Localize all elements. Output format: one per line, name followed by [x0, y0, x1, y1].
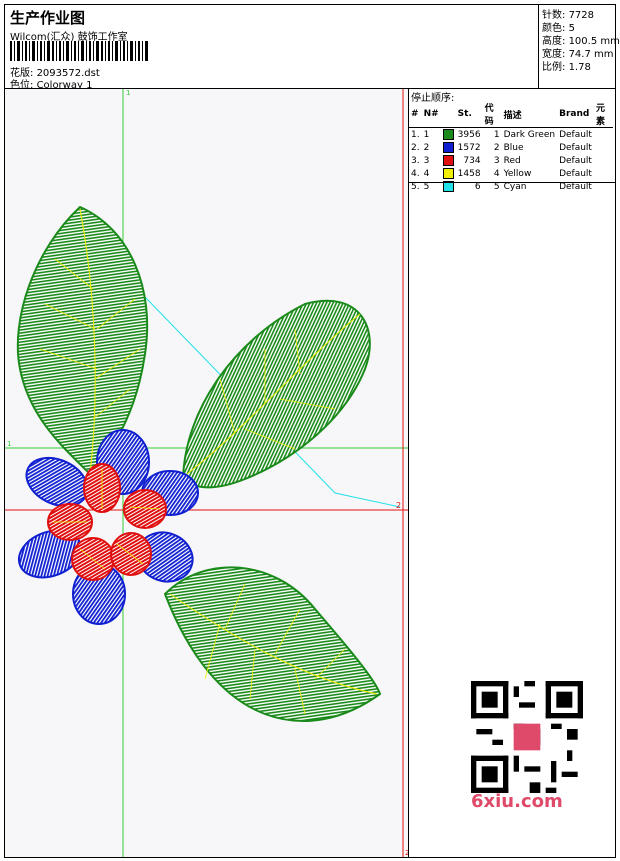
ratio-stat: 比例: 1.78	[542, 58, 591, 73]
row-code: 3	[493, 155, 500, 166]
row-stitches: 3956	[457, 129, 481, 140]
row-element	[594, 167, 613, 180]
design-canvas[interactable]: 1 1 2 2	[5, 89, 409, 857]
berry-5	[110, 532, 152, 576]
ratio-value: 1.78	[568, 62, 591, 73]
row-element	[594, 128, 613, 142]
col-code: 代码	[482, 101, 502, 128]
stats-panel: 针数: 7728 颜色: 5 高度: 100.5 mm 宽度: 74.7 mm …	[538, 4, 620, 89]
row-number: 1	[423, 129, 430, 140]
row-index: 3.	[411, 155, 420, 166]
qr-code-icon	[471, 681, 583, 793]
page-title: 生产作业图	[10, 9, 86, 27]
col-brand: Brand	[557, 101, 594, 128]
row-description: Yellow	[503, 168, 532, 179]
row-code: 4	[493, 168, 500, 179]
sequence-row[interactable]: 2. 2 1572 2 Blue Default	[409, 141, 613, 154]
row-brand: Default	[559, 129, 592, 140]
row-index: 4.	[411, 168, 420, 179]
sequence-row[interactable]: 3. 3 734 3 Red Default	[409, 154, 613, 167]
row-brand: Default	[559, 142, 592, 153]
leaf-right	[181, 299, 371, 489]
ratio-label: 比例:	[542, 62, 566, 73]
row-index: 1.	[411, 129, 420, 140]
swatch-icon	[442, 142, 454, 153]
swatch-icon	[442, 168, 454, 179]
row-element	[594, 141, 613, 154]
sequence-row[interactable]: 1. 1 3956 1 Dark Green Default	[409, 128, 613, 142]
row-index: 2.	[411, 142, 420, 153]
row-element	[594, 154, 613, 167]
row-number: 3	[423, 155, 430, 166]
marker-top: 1	[126, 89, 130, 97]
header: 生产作业图 Wilcom(汇众) 鼓饰工作室 花版: 2093572.dst 色…	[4, 4, 616, 91]
leaf-bottom	[163, 566, 382, 723]
color-sequence-table: # N# St. 代码 描述 Brand 元素 1. 1 3956 1 Dark Gre…	[409, 101, 613, 193]
row-number: 4	[423, 168, 430, 179]
row-stitches: 1572	[457, 142, 481, 153]
sequence-row[interactable]: 4. 4 1458 4 Yellow Default	[409, 167, 613, 180]
row-description: Dark Green	[503, 129, 556, 140]
col-swatch	[440, 101, 456, 128]
swatch-icon	[442, 155, 454, 166]
embroidery-preview: 1 1 2 2	[5, 89, 408, 857]
row-stitches: 1458	[457, 168, 481, 179]
col-index: #	[409, 101, 422, 128]
row-brand: Default	[559, 155, 592, 166]
row-code: 2	[493, 142, 500, 153]
barcode-icon	[10, 41, 148, 61]
divider	[409, 182, 615, 183]
stop-sequence-panel: 停止顺序: # N# St. 代码 描述 Brand 元素 1. 1 3956 1 Da…	[409, 89, 615, 857]
color-swatch	[441, 154, 456, 167]
row-description: Blue	[503, 142, 524, 153]
watermark-logo: 6xiu.com	[471, 791, 563, 812]
col-element: 元素	[593, 101, 613, 128]
color-swatch	[441, 128, 456, 142]
row-brand: Default	[559, 168, 592, 179]
marker-left: 1	[7, 440, 11, 448]
col-number: N#	[421, 101, 441, 128]
row-code: 1	[493, 129, 500, 140]
swatch-icon	[442, 129, 454, 140]
row-description: Red	[503, 155, 521, 166]
col-description: 描述	[501, 101, 558, 128]
col-stitches: St.	[455, 101, 483, 128]
row-stitches: 734	[463, 155, 481, 166]
row-number: 2	[423, 142, 430, 153]
marker-right: 2	[396, 501, 401, 510]
color-swatch	[441, 167, 456, 180]
color-swatch	[441, 141, 456, 154]
